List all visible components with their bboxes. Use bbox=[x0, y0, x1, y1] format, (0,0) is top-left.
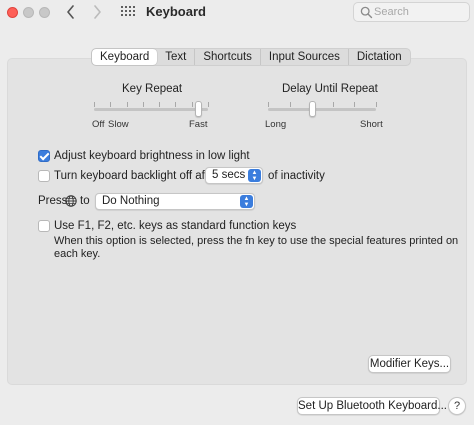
minimize-window-button[interactable] bbox=[23, 7, 34, 18]
delay-repeat-track[interactable] bbox=[268, 108, 376, 111]
slider-tick bbox=[159, 102, 160, 107]
chevron-left-icon bbox=[67, 5, 74, 19]
zoom-window-button[interactable] bbox=[39, 7, 50, 18]
search-icon bbox=[360, 6, 373, 19]
delay-repeat-short-label: Short bbox=[360, 119, 383, 130]
tab-dictation[interactable]: Dictation bbox=[349, 49, 410, 65]
up-down-arrows-icon: ▲ ▼ bbox=[240, 195, 253, 208]
function-keys-label: Use F1, F2, etc. keys as standard functi… bbox=[54, 220, 297, 232]
slider-tick bbox=[208, 102, 209, 107]
globe-action-value: Do Nothing bbox=[102, 195, 160, 207]
slider-tick bbox=[143, 102, 144, 107]
backlight-timeout-value: 5 secs bbox=[212, 169, 246, 181]
function-keys-description-line1: When this option is selected, press the … bbox=[54, 235, 459, 247]
window-title: Keyboard bbox=[146, 4, 206, 19]
show-all-grid-icon[interactable] bbox=[121, 6, 135, 19]
slider-tick bbox=[110, 102, 111, 107]
adjust-brightness-checkbox[interactable] bbox=[38, 150, 50, 162]
slider-tick bbox=[94, 102, 95, 107]
key-repeat-slow-label: Slow bbox=[108, 119, 129, 130]
help-button[interactable]: ? bbox=[448, 397, 466, 415]
search-field[interactable] bbox=[353, 2, 470, 22]
tab-text[interactable]: Text bbox=[157, 49, 196, 65]
slider-tick bbox=[268, 102, 269, 107]
press-label: Press bbox=[38, 195, 68, 207]
close-window-button[interactable] bbox=[7, 7, 18, 18]
backlight-off-checkbox[interactable] bbox=[38, 170, 50, 182]
slider-tick bbox=[290, 102, 291, 107]
up-down-arrows-icon: ▲ ▼ bbox=[248, 169, 261, 182]
delay-repeat-label: Delay Until Repeat bbox=[282, 83, 378, 95]
key-repeat-slider-knob[interactable] bbox=[195, 101, 202, 117]
tab-keyboard[interactable]: Keyboard bbox=[92, 49, 158, 65]
key-repeat-track[interactable] bbox=[94, 108, 208, 111]
slider-tick bbox=[192, 102, 193, 107]
back-button[interactable] bbox=[62, 2, 80, 22]
delay-repeat-slider-knob[interactable] bbox=[309, 101, 316, 117]
function-keys-checkbox[interactable] bbox=[38, 220, 50, 232]
key-repeat-label: Key Repeat bbox=[122, 83, 183, 95]
forward-button[interactable] bbox=[88, 2, 106, 22]
slider-tick bbox=[376, 102, 377, 107]
tab-shortcuts[interactable]: Shortcuts bbox=[195, 49, 261, 65]
to-label: to bbox=[80, 195, 90, 207]
key-repeat-fast-label: Fast bbox=[189, 119, 208, 130]
adjust-brightness-label: Adjust keyboard brightness in low light bbox=[54, 150, 250, 162]
modifier-keys-button[interactable]: Modifier Keys... bbox=[368, 355, 451, 373]
tab-bar: Keyboard Text Shortcuts Input Sources Di… bbox=[91, 48, 411, 66]
key-repeat-off-label: Off bbox=[92, 119, 105, 130]
setup-bluetooth-keyboard-button[interactable]: Set Up Bluetooth Keyboard... bbox=[297, 397, 447, 415]
globe-action-select[interactable]: Do Nothing ▲ ▼ bbox=[95, 193, 255, 210]
tab-input-sources[interactable]: Input Sources bbox=[261, 49, 349, 65]
globe-icon bbox=[65, 195, 77, 207]
slider-tick bbox=[175, 102, 176, 107]
backlight-off-label: Turn keyboard backlight off after bbox=[54, 170, 219, 182]
search-input[interactable] bbox=[374, 3, 466, 21]
slider-tick bbox=[333, 102, 334, 107]
inactivity-label: of inactivity bbox=[268, 170, 325, 182]
delay-repeat-long-label: Long bbox=[265, 119, 287, 130]
slider-tick bbox=[127, 102, 128, 107]
slider-tick bbox=[354, 102, 355, 107]
backlight-timeout-select[interactable]: 5 secs ▲ ▼ bbox=[205, 167, 263, 184]
function-keys-description-line2: each key. bbox=[54, 248, 101, 260]
title-bar: Keyboard bbox=[0, 0, 474, 26]
chevron-right-icon bbox=[94, 5, 101, 19]
